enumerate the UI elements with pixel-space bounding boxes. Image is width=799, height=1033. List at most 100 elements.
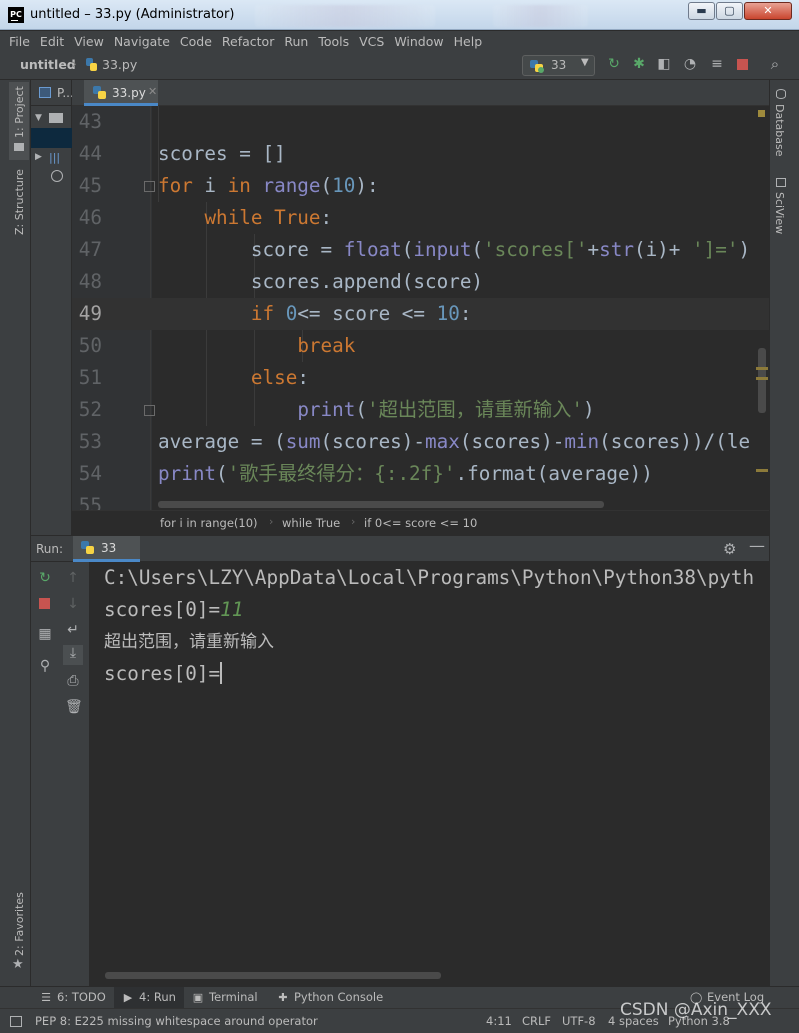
python-console-icon: ✚ — [278, 991, 288, 1004]
up-arrow-icon[interactable]: ↑ — [65, 570, 81, 586]
list-icon: ☰ — [41, 991, 51, 1004]
search-icon[interactable]: ⌕ — [767, 56, 783, 72]
menu-tools[interactable]: Tools — [318, 31, 349, 52]
menu-window[interactable]: Window — [394, 31, 443, 52]
python-file-icon — [86, 58, 97, 71]
pin-tab-icon[interactable]: ⚲ — [37, 658, 53, 674]
minimize-button[interactable]: ▬ — [688, 2, 715, 20]
todo-tool-button[interactable]: ☰ 6: TODO — [40, 987, 106, 1008]
editor-horizontal-scrollbar[interactable] — [158, 501, 604, 508]
line-number: 50 — [78, 334, 102, 357]
console-horizontal-scrollbar[interactable] — [105, 972, 441, 979]
warning-stripe[interactable] — [756, 377, 768, 380]
code-line: 48 scores.append(score) — [72, 266, 769, 298]
breadcrumb-item[interactable]: while True — [282, 516, 340, 530]
editor-tabs: 33.py ✕ — [72, 80, 769, 106]
close-tab-icon[interactable]: ✕ — [148, 85, 157, 98]
maximize-button[interactable]: ▢ — [716, 2, 743, 20]
breadcrumb-item[interactable]: for i in range(10) — [160, 516, 258, 530]
menu-run[interactable]: Run — [284, 31, 308, 52]
caret-position[interactable]: 4:11 — [486, 1014, 512, 1028]
rerun-icon[interactable]: ↻ — [606, 56, 622, 72]
project-tool-label[interactable]: 1: Project — [13, 86, 26, 138]
status-panel-toggle-icon[interactable] — [10, 1016, 22, 1027]
project-panel: P... ▼ ▶ ||| — [31, 80, 74, 535]
code-line: 45 for i in range(10): — [72, 170, 769, 202]
menu-file[interactable]: File — [9, 31, 30, 52]
breadcrumb-file[interactable]: 33.py — [102, 57, 137, 72]
menu-navigate[interactable]: Navigate — [114, 31, 170, 52]
run-concurrency-icon[interactable]: ≡ — [709, 56, 725, 72]
todo-tool-label: 6: TODO — [57, 990, 106, 1004]
fold-marker-icon[interactable] — [144, 181, 155, 192]
profile-icon[interactable]: ◔ — [682, 56, 698, 72]
console-user-input: 11 — [220, 598, 244, 621]
stop-icon[interactable] — [39, 598, 50, 609]
terminal-tool-button[interactable]: ▣ Terminal — [192, 987, 258, 1008]
console-prompt: scores[0]= — [104, 662, 221, 685]
rerun-icon[interactable]: ↻ — [37, 570, 53, 586]
chevron-down-icon: ▼ — [581, 57, 589, 68]
scroll-to-end-icon[interactable]: ⤓ — [63, 645, 83, 665]
window-title-bar[interactable]: PC untitled – 33.py (Administrator) ▬ ▢ … — [0, 0, 799, 30]
warning-stripe[interactable] — [756, 469, 768, 472]
minimize-panel-icon[interactable]: — — [749, 536, 765, 555]
file-encoding[interactable]: UTF-8 — [562, 1014, 596, 1028]
breadcrumb-item[interactable]: if 0<= score <= 10 — [364, 516, 477, 530]
structure-tool-label[interactable]: Z: Structure — [13, 169, 26, 235]
favorites-tool-label[interactable]: 2: Favorites — [13, 892, 26, 956]
debug-icon[interactable]: ✱ — [631, 56, 647, 72]
coverage-icon[interactable]: ◧ — [656, 56, 672, 72]
project-tree-row-selected[interactable] — [31, 128, 72, 148]
project-view-icon — [39, 87, 51, 98]
warning-stripe[interactable] — [756, 367, 768, 370]
editor-vertical-scrollbar[interactable] — [758, 348, 766, 413]
run-tab-33[interactable]: 33 — [73, 536, 140, 562]
menu-refactor[interactable]: Refactor — [222, 31, 274, 52]
run-tool-button[interactable]: ▶ 4: Run — [114, 987, 184, 1008]
line-separator[interactable]: CRLF — [522, 1014, 551, 1028]
python-console-tool-button[interactable]: ✚ Python Console — [277, 987, 383, 1008]
python-run-config-icon — [530, 60, 544, 73]
code-editor[interactable]: 43 44 scores = [] 45 for i in range(10): 4… — [72, 106, 769, 510]
breadcrumb-separator: › — [351, 515, 356, 528]
down-arrow-icon[interactable]: ↓ — [65, 596, 81, 612]
expand-arrow-icon[interactable]: ▼ — [35, 113, 42, 123]
line-number: 53 — [78, 430, 102, 453]
code-text: if 0<= score <= 10: — [250, 302, 472, 325]
stop-icon[interactable] — [737, 59, 748, 70]
line-number: 55 — [78, 494, 102, 510]
menu-view[interactable]: View — [74, 31, 104, 52]
database-icon — [776, 89, 786, 99]
external-libraries-icon: ||| — [49, 151, 61, 164]
soft-wrap-icon[interactable]: ↵ — [65, 622, 81, 638]
trash-icon[interactable]: 🗑 — [65, 699, 83, 715]
console-line[interactable]: scores[0]= — [104, 658, 223, 690]
run-configuration-select[interactable]: 33 ▼ — [522, 55, 595, 76]
breadcrumb-project[interactable]: untitled — [20, 57, 76, 72]
sciview-tool-label[interactable]: SciView — [773, 192, 786, 234]
collapse-arrow-icon[interactable]: ▶ — [35, 152, 42, 162]
database-tool-label[interactable]: Database — [773, 104, 786, 157]
restore-layout-icon[interactable]: ▦ — [37, 626, 53, 642]
run-toolbar: ↻ ▦ ⚲ ↑ ↓ ↵ ⤓ ⎙ 🗑 — [31, 562, 90, 986]
inspection-warning-icon[interactable] — [758, 110, 765, 117]
gear-icon[interactable]: ⚙ — [723, 540, 736, 558]
terminal-icon: ▣ — [192, 991, 204, 1004]
print-icon[interactable]: ⎙ — [65, 673, 81, 689]
menu-edit[interactable]: Edit — [40, 31, 64, 52]
project-panel-header[interactable]: P... — [31, 80, 74, 106]
background-window-tab — [255, 5, 435, 27]
menu-help[interactable]: Help — [454, 31, 483, 52]
menu-vcs[interactable]: VCS — [359, 31, 384, 52]
fold-marker-icon[interactable] — [144, 405, 155, 416]
menu-code[interactable]: Code — [180, 31, 212, 52]
code-line-current: 49 if 0<= score <= 10: — [72, 298, 769, 330]
editor-tab-label: 33.py — [112, 86, 146, 100]
close-button[interactable]: ✕ — [744, 2, 792, 20]
code-text: scores = [] — [158, 142, 286, 165]
editor-tab-33py[interactable]: 33.py ✕ — [84, 80, 158, 106]
run-console[interactable]: C:\Users\LZY\AppData\Local\Programs\Pyth… — [90, 562, 769, 986]
menu-bar: File Edit View Navigate Code Refactor Ru… — [0, 31, 799, 52]
code-line: 46 while True: — [72, 202, 769, 234]
